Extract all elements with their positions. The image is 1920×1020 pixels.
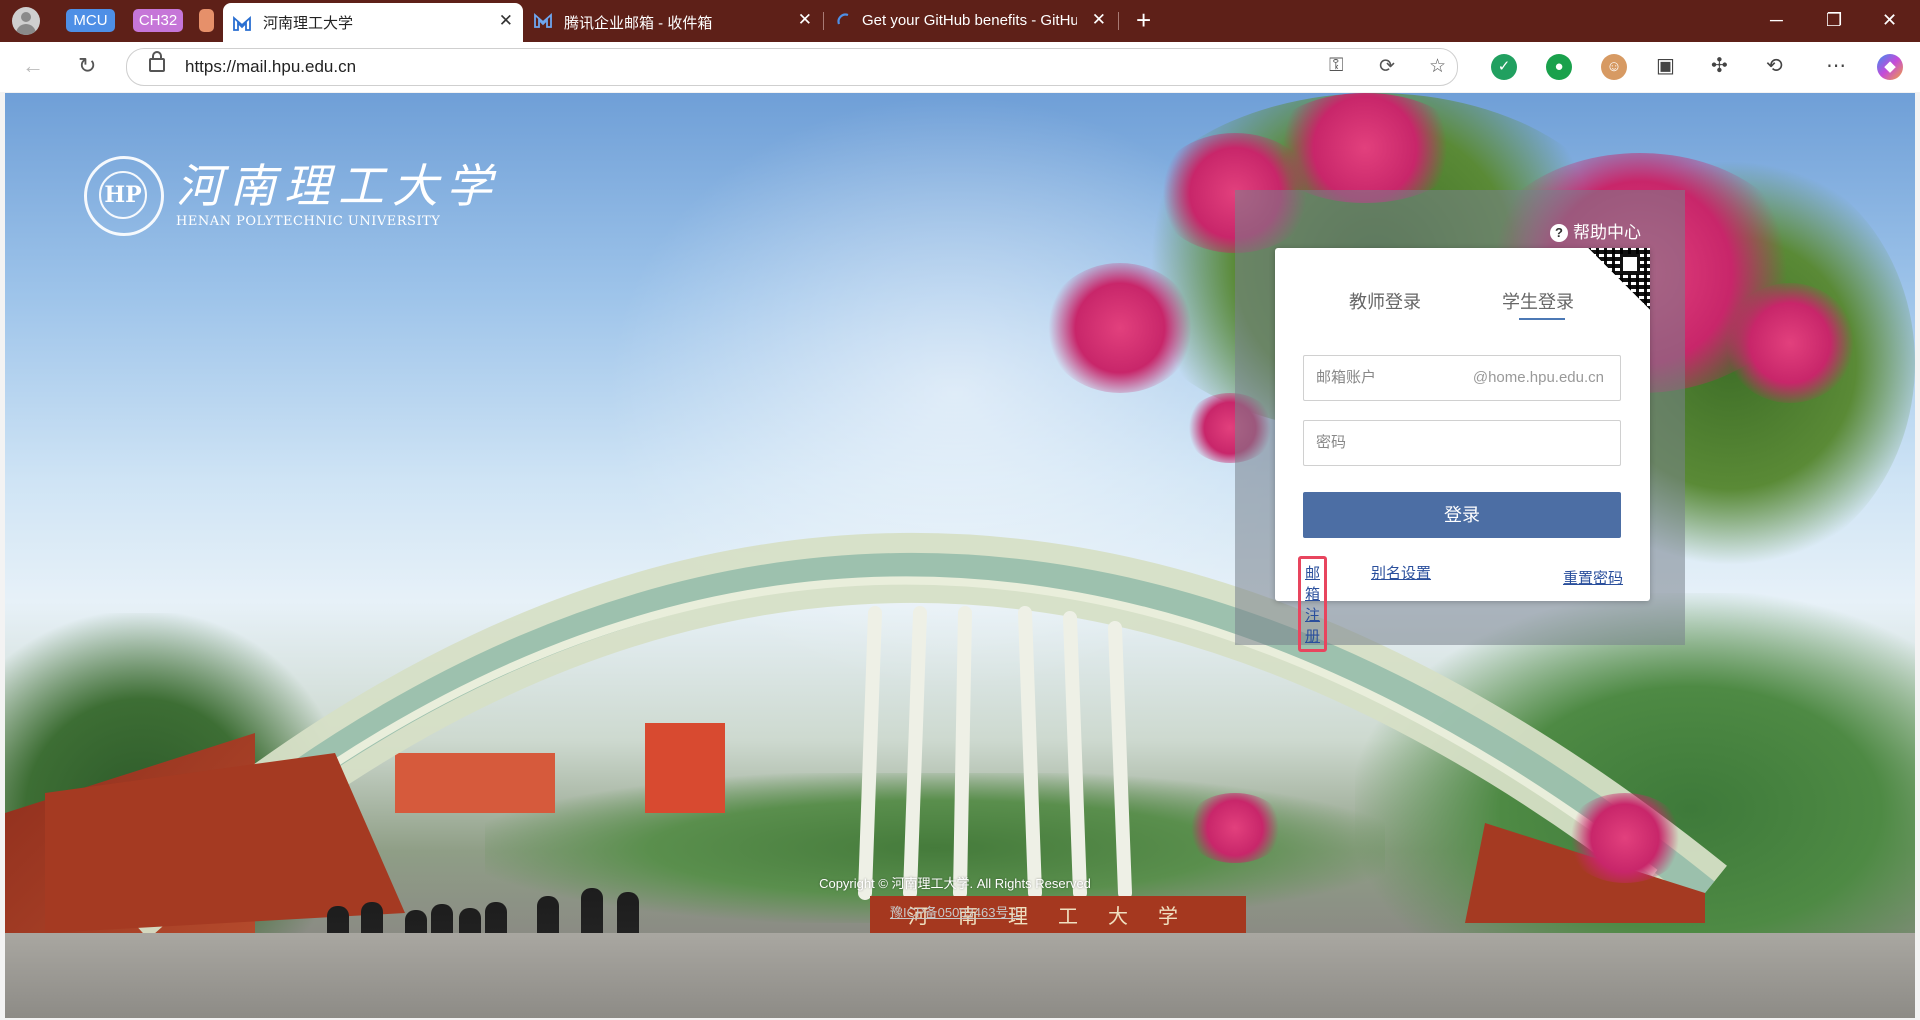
login-card: 教师登录 学生登录 @home.hpu.edu.cn 登录 邮箱注册 别名设置: [1275, 248, 1650, 652]
tab-group-collapsed[interactable]: [199, 9, 214, 32]
shield-extension-icon[interactable]: ✓: [1491, 54, 1517, 80]
lock-icon[interactable]: [149, 51, 165, 72]
extensions-puzzle-icon[interactable]: ✣: [1711, 53, 1728, 78]
tab-title: Get your GitHub benefits - GitHub: [862, 12, 1077, 29]
university-emblem-icon: HP: [84, 156, 164, 236]
tab-exmail-inbox[interactable]: 腾讯企业邮箱 - 收件箱 ✕: [524, 0, 822, 42]
register-highlight: 邮箱注册: [1298, 556, 1328, 652]
alias-settings-link[interactable]: 别名设置: [1371, 562, 1431, 583]
password-input[interactable]: [1304, 421, 1616, 463]
green-extension-icon[interactable]: ●: [1546, 54, 1572, 80]
tab-teacher-login[interactable]: 教师登录: [1349, 288, 1421, 314]
tab-title: 河南理工大学: [263, 15, 354, 32]
close-icon[interactable]: ✕: [798, 10, 812, 30]
profile-avatar-icon[interactable]: [12, 7, 40, 35]
university-name-cn: 河南理工大学: [176, 159, 500, 213]
tab-group-mcu[interactable]: MCU: [66, 9, 115, 32]
close-icon[interactable]: ✕: [499, 11, 513, 31]
avatar-extension-icon[interactable]: ☺: [1601, 54, 1627, 80]
history-icon[interactable]: ⟲: [1766, 53, 1783, 78]
login-button[interactable]: 登录: [1303, 492, 1621, 538]
new-tab-button[interactable]: +: [1136, 6, 1151, 34]
tab-github-benefits[interactable]: Get your GitHub benefits - GitHub ✕: [826, 0, 1116, 42]
address-bar[interactable]: https://mail.hpu.edu.cn ⚿ ⟳ ☆: [126, 48, 1458, 86]
tencent-exmail-icon: [233, 16, 251, 31]
register-link[interactable]: 邮箱注册: [1305, 565, 1320, 645]
read-aloud-icon[interactable]: ⟳: [1379, 55, 1395, 78]
restore-button[interactable]: ❐: [1826, 10, 1842, 31]
help-center-link[interactable]: ? 帮助中心: [1550, 218, 1641, 243]
reset-password-link[interactable]: 重置密码: [1563, 567, 1623, 588]
tab-student-login[interactable]: 学生登录: [1502, 288, 1574, 314]
key-icon[interactable]: ⚿: [1329, 55, 1343, 77]
window-close-button[interactable]: ✕: [1882, 10, 1897, 31]
loading-icon: [837, 13, 849, 25]
tab-hpu[interactable]: 河南理工大学 ✕: [223, 3, 523, 42]
address-toolbar: ← ↻ https://mail.hpu.edu.cn ⚿ ⟳ ☆ ✓ ● ☺ …: [0, 42, 1920, 92]
password-field[interactable]: [1303, 420, 1621, 466]
icp-link[interactable]: 豫ICP备05003463号-1: [0, 902, 1910, 921]
account-field[interactable]: @home.hpu.edu.cn: [1303, 355, 1621, 401]
copyright-text: Copyright © 河南理工大学. All Rights Reserved: [819, 876, 1091, 891]
collections-icon[interactable]: ▣: [1656, 53, 1675, 78]
tab-group-ch32[interactable]: CH32: [133, 9, 183, 32]
minimize-button[interactable]: ─: [1770, 10, 1783, 31]
tencent-exmail-icon: [534, 13, 552, 28]
favorite-star-icon[interactable]: ☆: [1429, 55, 1446, 78]
domain-suffix: @home.hpu.edu.cn: [1472, 369, 1604, 386]
back-arrow-icon[interactable]: ←: [22, 54, 44, 78]
tab-selected-indicator: [1519, 318, 1565, 320]
copilot-icon[interactable]: ◆: [1877, 54, 1903, 80]
more-menu-icon[interactable]: ⋯: [1826, 53, 1846, 78]
close-icon[interactable]: ✕: [1092, 10, 1106, 30]
login-tabs: 教师登录 学生登录: [1275, 288, 1650, 328]
url-text[interactable]: https://mail.hpu.edu.cn: [185, 57, 356, 77]
reload-icon[interactable]: ↻: [78, 54, 96, 78]
university-name-en: HENAN POLYTECHNIC UNIVERSITY: [176, 214, 441, 229]
tab-title: 腾讯企业邮箱 - 收件箱: [564, 15, 713, 32]
tab-strip: MCU CH32 河南理工大学 ✕ 腾讯企业邮箱 - 收件箱 ✕ Get you…: [0, 0, 1920, 42]
question-icon: ?: [1550, 224, 1568, 242]
